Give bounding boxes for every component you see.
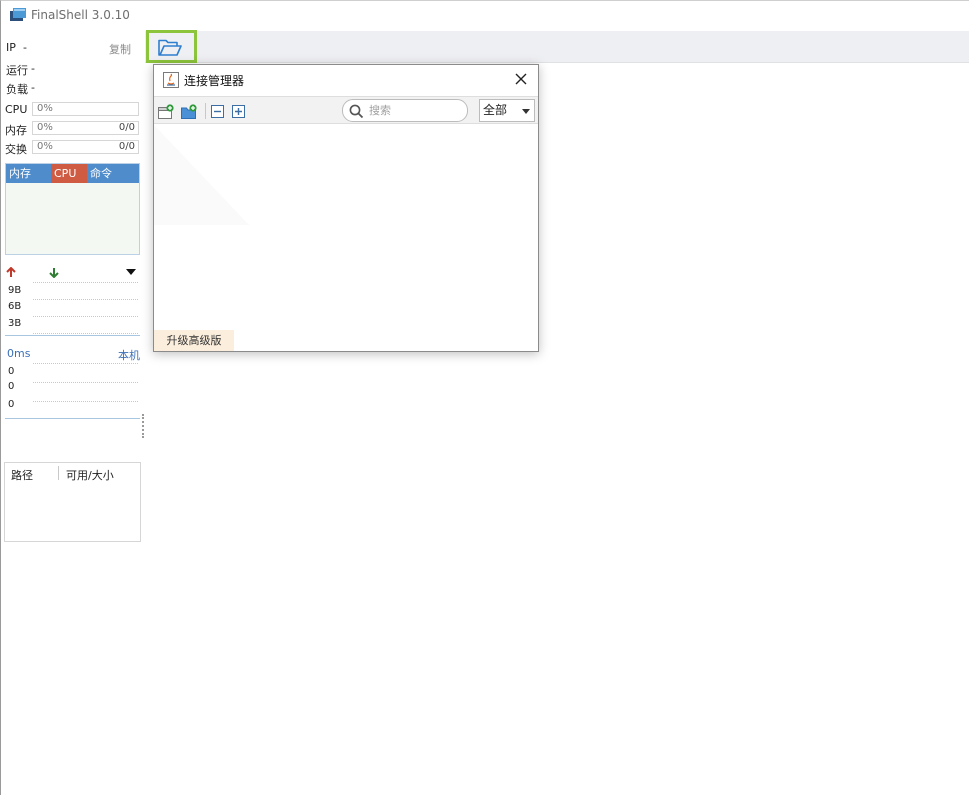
new-connection-icon[interactable]	[158, 104, 174, 120]
mem-percent: 0%	[37, 122, 53, 133]
upload-arrow-icon	[6, 267, 16, 277]
column-header-cpu[interactable]: CPU	[51, 164, 87, 183]
download-arrow-icon	[49, 268, 59, 278]
ping-latency: 0ms	[7, 347, 31, 360]
chevron-down-icon	[522, 109, 530, 114]
folder-open-icon	[158, 39, 182, 56]
sidebar-resize-handle[interactable]	[142, 414, 145, 438]
column-header-path[interactable]: 路径	[11, 467, 33, 483]
expand-all-icon[interactable]	[231, 104, 247, 120]
network-tick: 6B	[8, 301, 22, 312]
column-header-memory[interactable]: 内存	[6, 164, 51, 183]
load-value: -	[31, 81, 35, 94]
ping-tick: 0	[8, 366, 15, 377]
search-input[interactable]	[367, 102, 463, 119]
dialog-toolbar: 全部	[154, 96, 538, 124]
dialog-title: 连接管理器	[184, 74, 245, 88]
network-graph: 9B 6B 3B	[5, 281, 140, 336]
dialog-title-bar[interactable]: 连接管理器	[154, 65, 538, 96]
connection-manager-dialog: 连接管理器 搜索 全部 升级高级版	[153, 64, 539, 352]
ip-label: IP	[6, 41, 16, 54]
empty-list-watermark	[154, 125, 249, 225]
ping-tick: 0	[8, 399, 15, 410]
app-logo-icon	[10, 8, 26, 21]
upgrade-button[interactable]: 升级高级版	[154, 330, 234, 351]
process-table[interactable]: 内存 CPU 命令	[5, 163, 140, 255]
mem-ratio: 0/0	[118, 122, 135, 133]
filter-selected-value: 全部	[483, 103, 508, 117]
new-folder-icon[interactable]	[181, 104, 197, 120]
filter-select[interactable]: 全部	[479, 99, 535, 122]
swap-meter: 0% 0/0	[32, 140, 139, 154]
uptime-label: 运行	[6, 64, 28, 77]
cpu-percent: 0%	[37, 103, 53, 114]
copy-ip-button[interactable]: 复制	[109, 41, 131, 57]
java-app-icon	[163, 72, 179, 88]
ip-value: -	[23, 41, 27, 54]
search-icon	[349, 104, 364, 119]
process-table-header: 内存 CPU 命令	[6, 164, 139, 183]
ping-graph: 0 0 0	[5, 361, 140, 419]
system-info-sidebar: IP - 复制 运行 - 负载 - CPU 0% 内存 0% 0/0 交换 0%…	[1, 31, 144, 795]
main-toolbar	[145, 31, 969, 63]
title-bar: FinalShell 3.0.10	[1, 1, 968, 29]
uptime-value: -	[31, 62, 35, 75]
load-label: 负载	[6, 83, 28, 96]
app-title: FinalShell 3.0.10	[31, 8, 130, 22]
swap-ratio: 0/0	[118, 141, 135, 152]
network-tick: 3B	[8, 318, 22, 329]
network-tick: 9B	[8, 285, 22, 296]
connection-list[interactable]	[154, 125, 538, 331]
column-header-free-size[interactable]: 可用/大小	[66, 467, 114, 483]
ping-tick: 0	[8, 381, 15, 392]
mem-meter: 0% 0/0	[32, 121, 139, 135]
disk-table[interactable]: 路径 可用/大小	[4, 462, 141, 542]
mem-label: 内存	[5, 124, 27, 137]
close-icon[interactable]	[513, 71, 529, 87]
cpu-label: CPU	[5, 103, 28, 116]
collapse-all-icon[interactable]	[210, 104, 226, 120]
cpu-meter: 0%	[32, 102, 139, 116]
swap-label: 交换	[5, 143, 27, 156]
open-connection-manager-button[interactable]	[146, 30, 197, 63]
search-box	[342, 99, 468, 122]
column-header-command[interactable]: 命令	[87, 164, 139, 183]
swap-percent: 0%	[37, 141, 53, 152]
network-interface-dropdown-icon[interactable]	[126, 269, 136, 276]
